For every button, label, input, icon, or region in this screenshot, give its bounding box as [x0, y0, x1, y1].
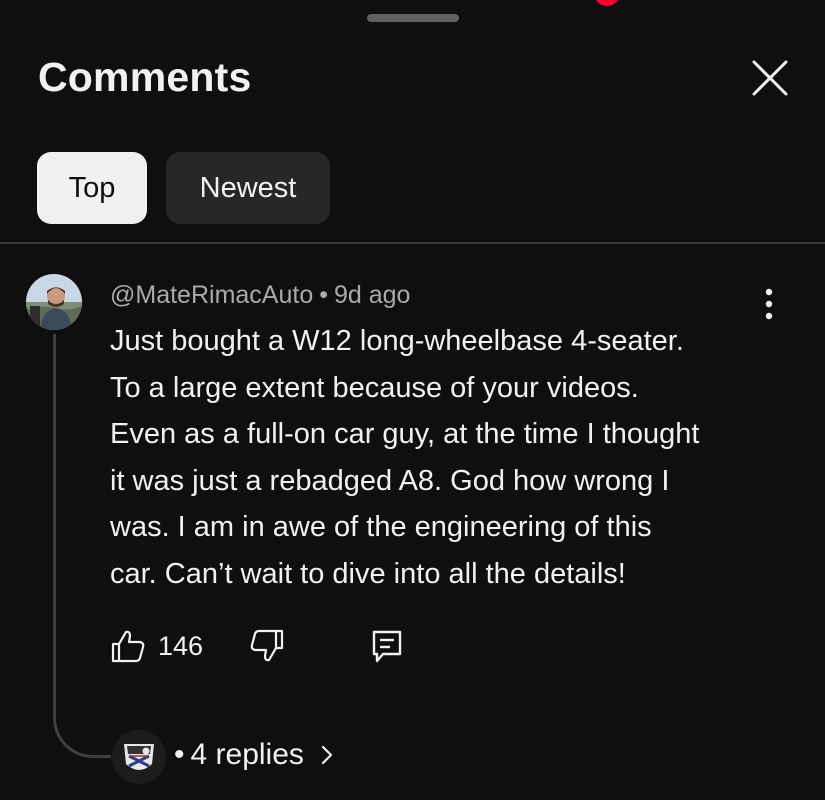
comment-actions: 146: [110, 628, 405, 664]
comment-meta: @MateRimacAuto • 9d ago: [110, 281, 410, 310]
avatar-photo: [26, 274, 82, 330]
more-vert-icon: [765, 288, 773, 320]
sort-chips: Top Newest: [37, 152, 330, 224]
comment-line: Even as a full-on car guy, at the time I…: [110, 418, 700, 450]
dislike-icon[interactable]: [249, 628, 285, 664]
meta-separator: •: [319, 281, 328, 309]
crest-icon: [112, 730, 166, 784]
comment-menu-button[interactable]: [752, 287, 786, 321]
replies-count: 4 replies: [190, 738, 304, 771]
close-button[interactable]: [748, 56, 792, 100]
like-count: 146: [158, 630, 204, 661]
divider: [0, 242, 825, 244]
author-avatar[interactable]: [26, 274, 82, 330]
comment-line: Just bought a W12 long-wheelbase 4-seate…: [110, 325, 684, 357]
chip-top[interactable]: Top: [37, 152, 147, 224]
view-replies-button[interactable]: • 4 replies: [174, 738, 338, 772]
panel-title: Comments: [38, 54, 252, 100]
close-icon: [752, 60, 788, 96]
comment-time: 9d ago: [334, 281, 411, 309]
comment-line: car. Can’t wait to dive into all the det…: [110, 557, 626, 590]
chip-newest[interactable]: Newest: [166, 152, 330, 224]
comment-line: was. I am in awe of the engineering of t…: [110, 511, 652, 543]
comment-line: To a large extent because of your videos…: [110, 371, 639, 404]
reply-icon[interactable]: [369, 628, 405, 664]
chevron-right-icon: [321, 745, 333, 765]
comment-text: Just bought a W12 long-wheelbase 4-seate…: [110, 318, 770, 597]
thread-line: [53, 334, 111, 758]
author-handle[interactable]: @MateRimacAuto: [110, 281, 313, 309]
drag-handle[interactable]: [367, 14, 459, 22]
comments-sheet: Comments Top Newest @MateRimacAuto • 9d ag…: [0, 0, 825, 800]
reply-author-avatar[interactable]: [112, 730, 166, 784]
replies-separator: •: [174, 738, 185, 771]
comment-line: it was just a rebadged A8. God how wrong…: [110, 464, 670, 497]
like-icon[interactable]: [110, 628, 146, 664]
notification-dot: [594, 0, 620, 6]
